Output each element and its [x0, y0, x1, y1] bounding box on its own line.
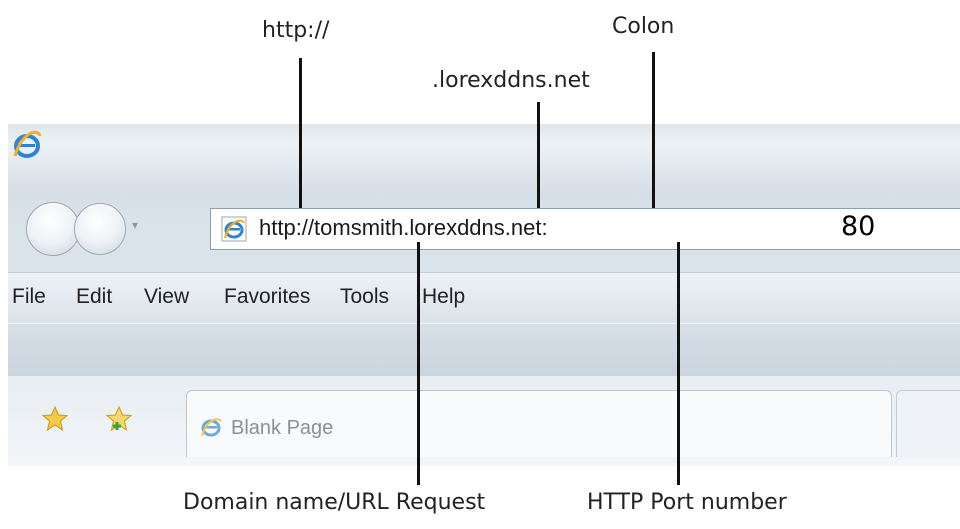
callout-ddns: .lorexddns.net [432, 68, 590, 93]
new-tab-button[interactable] [896, 390, 960, 457]
address-url: http://tomsmith.lorexddns.net: [259, 215, 548, 240]
back-button[interactable] [26, 202, 80, 256]
callout-port: HTTP Port number [587, 490, 787, 515]
ie-logo-icon [13, 130, 42, 158]
address-bar[interactable]: http://tomsmith.lorexddns.net: 80 [210, 208, 960, 250]
leader-line-domain [417, 242, 420, 485]
menu-help[interactable]: Help [422, 285, 465, 309]
page-ie-icon [221, 216, 247, 242]
tab-blank-page[interactable]: Blank Page [186, 390, 892, 457]
favorites-star-icon[interactable] [40, 404, 70, 434]
menu-tools[interactable]: Tools [340, 285, 389, 309]
callout-domain: Domain name/URL Request [183, 490, 486, 515]
address-port: 80 [841, 211, 876, 242]
browser-window: ▾ http://tomsmith.lorexddns.net: 80 File… [8, 124, 960, 466]
callout-colon: Colon [612, 14, 675, 39]
menu-file[interactable]: File [12, 285, 46, 309]
tab-ie-icon [201, 418, 222, 437]
leader-line-colon [652, 52, 655, 208]
menu-edit[interactable]: Edit [76, 285, 112, 309]
menu-bar: File Edit View Favorites Tools Help [8, 272, 960, 323]
tab-bar: Blank Page [8, 376, 960, 466]
recent-pages-dropdown[interactable]: ▾ [132, 218, 138, 232]
add-favorite-star-icon[interactable] [104, 404, 134, 434]
menu-view[interactable]: View [144, 285, 189, 309]
command-bar [8, 323, 960, 377]
leader-line-protocol [299, 58, 302, 208]
leader-line-port [677, 242, 680, 485]
tab-label: Blank Page [231, 417, 334, 439]
callout-protocol: http:// [262, 18, 330, 43]
leader-line-ddns [537, 102, 540, 208]
forward-button[interactable] [74, 203, 126, 255]
menu-favorites[interactable]: Favorites [224, 285, 314, 309]
